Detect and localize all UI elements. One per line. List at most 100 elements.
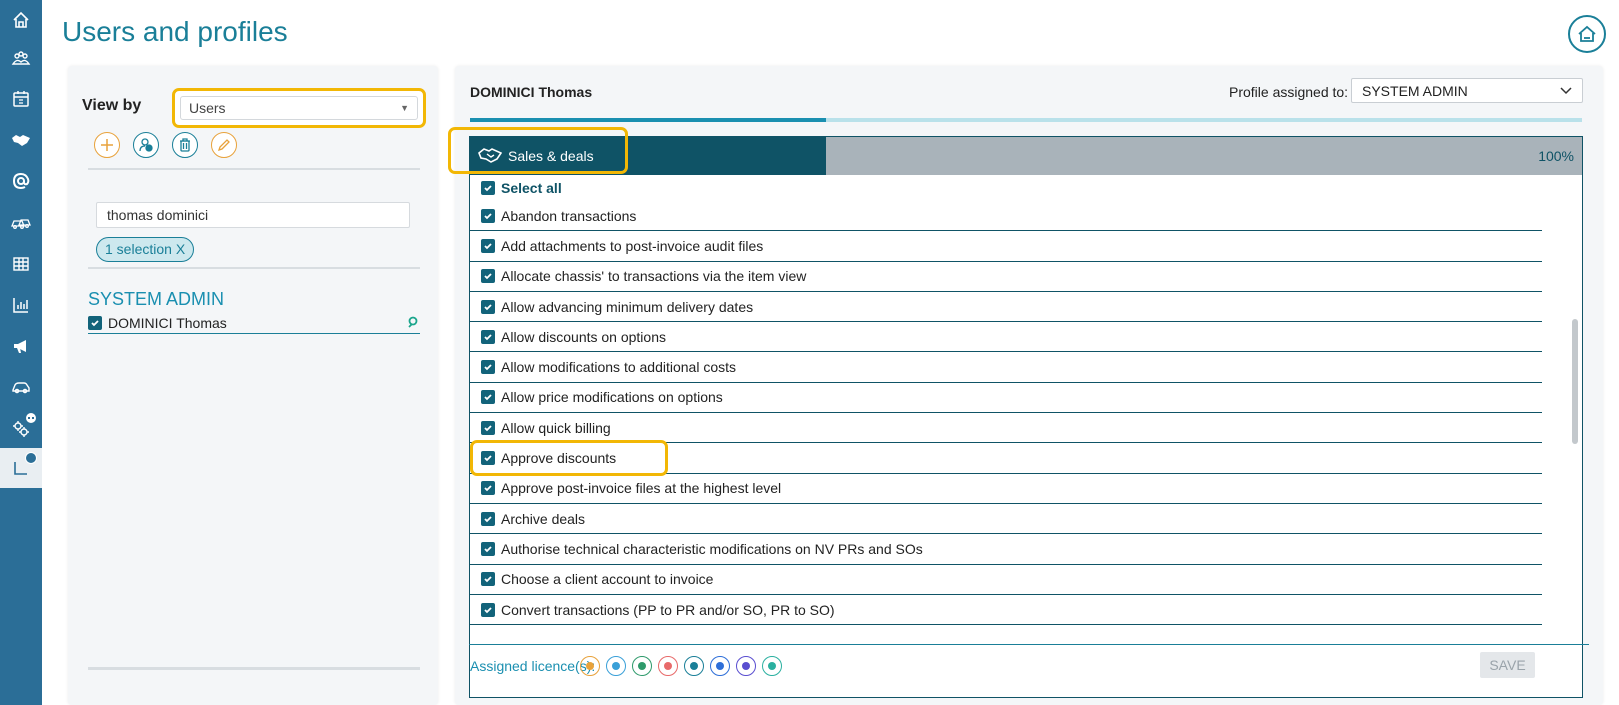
group-title[interactable]: SYSTEM ADMIN — [88, 289, 224, 310]
edit-button[interactable] — [211, 132, 237, 158]
check-icon — [484, 606, 492, 613]
permission-label: Allow advancing minimum delivery dates — [501, 298, 754, 315]
view-by-label: View by — [82, 97, 142, 114]
permission-checkbox[interactable] — [481, 572, 495, 587]
licence-check-icon[interactable] — [632, 656, 652, 676]
licence-document-icon[interactable] — [736, 656, 756, 676]
location-pin-icon[interactable] — [406, 315, 420, 332]
permission-row[interactable]: Allow price modifications on options — [470, 383, 1542, 414]
profile-label: Profile assigned to: — [1229, 84, 1349, 100]
home-button[interactable] — [1568, 15, 1606, 53]
permission-label: Choose a client account to invoice — [501, 571, 714, 588]
permission-label: Approve post-invoice files at the highes… — [501, 480, 782, 497]
view-by-highlight: Users ▼ — [172, 88, 426, 128]
module-header[interactable]: Sales & deals 100% — [470, 137, 1582, 175]
stats-nav-icon[interactable] — [0, 285, 42, 325]
permission-label: Convert transactions (PP to PR and/or SO… — [501, 601, 835, 618]
permission-row[interactable]: Add attachments to post-invoice audit fi… — [470, 231, 1542, 262]
permission-checkbox[interactable] — [481, 299, 495, 314]
scrollbar[interactable] — [1572, 319, 1578, 444]
table-nav-icon[interactable] — [0, 244, 42, 284]
module-progress-bar — [470, 118, 1582, 122]
pencil-icon — [217, 139, 230, 152]
permission-checkbox[interactable] — [481, 481, 495, 496]
plus-icon — [101, 139, 113, 151]
calendar-nav-icon[interactable] — [0, 79, 42, 119]
module-permissions-box: Sales & deals 100% Select all Abandon tr… — [469, 136, 1583, 698]
permission-checkbox[interactable] — [481, 602, 495, 617]
permission-checkbox[interactable] — [481, 269, 495, 284]
permission-row[interactable]: Allow quick billing — [470, 413, 1542, 444]
car-nav-icon[interactable] — [0, 367, 42, 407]
permission-checkbox[interactable] — [481, 390, 495, 405]
view-by-select[interactable]: Users ▼ — [180, 96, 418, 120]
licence-calendar-icon[interactable] — [762, 656, 782, 676]
more-badge-icon — [25, 452, 37, 464]
handshake-nav-icon[interactable] — [0, 120, 42, 160]
settings-nav-icon[interactable] — [0, 408, 42, 448]
permission-checkbox[interactable] — [481, 329, 495, 344]
select-all-row[interactable]: Select all — [470, 175, 1542, 201]
check-icon — [484, 334, 492, 341]
home-nav-icon[interactable] — [0, 0, 42, 40]
add-button[interactable] — [94, 132, 120, 158]
permission-label: Allow discounts on options — [501, 328, 666, 345]
permission-checkbox[interactable] — [481, 511, 495, 526]
profile-select[interactable]: SYSTEM ADMIN — [1351, 78, 1583, 103]
permission-highlight — [470, 440, 668, 477]
check-icon — [484, 425, 492, 431]
progress-fill — [470, 118, 826, 122]
users-panel: View by Users ▼ thomas dominici 1 select… — [68, 66, 438, 705]
permission-row[interactable]: Approve post-invoice files at the highes… — [470, 474, 1542, 504]
permission-label: Authorise technical characteristic modif… — [501, 540, 923, 557]
select-all-label: Select all — [501, 180, 562, 196]
check-icon — [484, 546, 492, 553]
profiles-nav-icon[interactable] — [0, 448, 42, 488]
permission-checkbox[interactable] — [481, 238, 495, 253]
permission-checkbox[interactable] — [481, 541, 495, 556]
permission-label: Abandon transactions — [501, 207, 637, 224]
check-icon — [484, 185, 492, 192]
permission-label: Archive deals — [501, 510, 586, 527]
permission-row[interactable]: Convert transactions (PP to PR and/or SO… — [470, 595, 1542, 626]
view-by-value: Users — [189, 100, 226, 116]
megaphone-nav-icon[interactable] — [0, 326, 42, 366]
vehicles-nav-icon[interactable] — [0, 203, 42, 243]
licence-folder-icon[interactable] — [710, 656, 730, 676]
email-nav-icon[interactable] — [0, 161, 42, 201]
permission-checkbox[interactable] — [481, 420, 495, 435]
divider — [88, 168, 420, 170]
permission-row[interactable]: Abandon transactions — [470, 201, 1542, 232]
left-nav — [0, 0, 42, 705]
licence-sales-icon[interactable] — [580, 656, 600, 676]
user-checkbox[interactable] — [88, 315, 102, 330]
user-list-item[interactable]: DOMINICI Thomas — [88, 312, 420, 334]
check-icon — [484, 364, 492, 371]
user-settings-button[interactable] — [133, 132, 159, 158]
permission-row[interactable]: Allocate chassis' to transactions via th… — [470, 262, 1542, 292]
permission-row[interactable]: Allow advancing minimum delivery dates — [470, 292, 1542, 323]
permission-row[interactable]: Archive deals — [470, 504, 1542, 535]
delete-button[interactable] — [172, 132, 198, 158]
licence-chat-icon[interactable] — [606, 656, 626, 676]
permissions-panel: DOMINICI Thomas Profile assigned to: SYS… — [448, 66, 1603, 705]
save-button[interactable]: SAVE — [1480, 652, 1535, 678]
trash-icon — [180, 138, 190, 152]
user-search-input[interactable]: thomas dominici — [96, 202, 410, 228]
module-highlight — [448, 127, 628, 174]
permission-label: Allocate chassis' to transactions via th… — [501, 268, 807, 285]
selection-chip[interactable]: 1 selection X — [96, 237, 195, 262]
permission-row[interactable]: Allow modifications to additional costs — [470, 352, 1542, 383]
permission-row[interactable]: Approve discounts — [470, 440, 1542, 477]
select-all-checkbox[interactable] — [481, 181, 495, 195]
permission-checkbox[interactable] — [481, 360, 495, 375]
permission-checkbox[interactable] — [481, 208, 495, 223]
permission-row[interactable]: Allow discounts on options — [470, 322, 1542, 353]
permission-row[interactable]: Choose a client account to invoice — [470, 565, 1542, 595]
profile-value: SYSTEM ADMIN — [1362, 82, 1468, 99]
licence-mail-icon[interactable] — [658, 656, 678, 676]
licence-grid-icon[interactable] — [684, 656, 704, 676]
permission-row[interactable]: Authorise technical characteristic modif… — [470, 534, 1542, 565]
check-icon — [484, 485, 492, 492]
customers-nav-icon[interactable] — [0, 38, 42, 78]
